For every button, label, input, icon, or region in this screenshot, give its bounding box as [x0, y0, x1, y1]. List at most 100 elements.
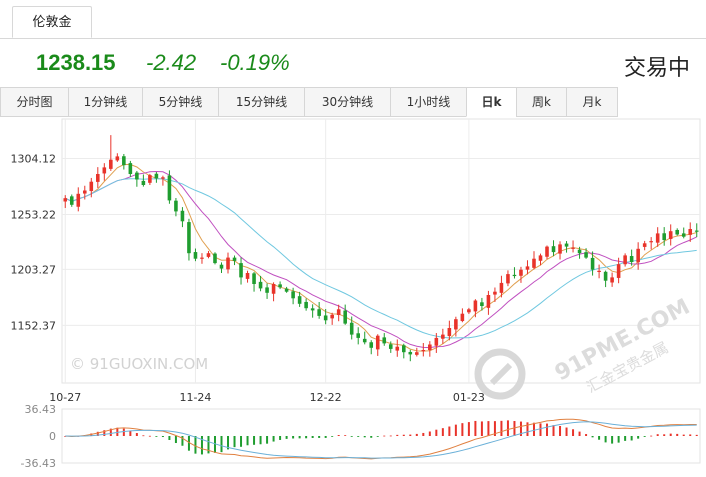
- candle-body: [154, 173, 159, 179]
- candle-body: [538, 255, 543, 261]
- macd-bar: [643, 436, 646, 437]
- macd-bar: [344, 435, 347, 436]
- candle-body: [102, 167, 107, 174]
- candle-body: [460, 313, 465, 322]
- tab-15min[interactable]: 15分钟线: [218, 87, 304, 117]
- macd-bar: [266, 436, 269, 444]
- candle-body: [82, 190, 87, 194]
- candle-body: [408, 351, 413, 355]
- candle-body: [434, 337, 439, 346]
- candle-body: [89, 181, 94, 192]
- candle-body: [336, 309, 341, 316]
- candle-body: [610, 277, 614, 283]
- macd-bar: [220, 436, 223, 453]
- macd-bar: [350, 436, 353, 437]
- candle-body: [219, 264, 224, 269]
- macd-bar: [624, 436, 627, 441]
- macd-bar: [142, 435, 145, 437]
- candle-body: [96, 174, 100, 182]
- candle-body: [577, 249, 582, 254]
- candle-body: [128, 163, 133, 174]
- macd-bar: [598, 436, 601, 440]
- candle-body: [454, 319, 458, 330]
- candlestick-chart[interactable]: © 91GUOXIN.COM 91PME.COM 汇金宝贵金属 1304.121…: [0, 117, 706, 473]
- macd-bar: [539, 423, 542, 436]
- macd-bar: [122, 428, 125, 436]
- candle-body: [473, 300, 478, 312]
- candle-body: [213, 253, 217, 264]
- trading-status: 交易中: [623, 56, 690, 81]
- candle-body: [590, 257, 595, 270]
- macd-bar: [129, 430, 132, 436]
- macd-bar: [376, 436, 379, 437]
- candle-body: [330, 314, 334, 319]
- candle-body: [206, 253, 211, 257]
- macd-bar: [415, 433, 418, 436]
- tab-1hour[interactable]: 1小时线: [390, 87, 466, 117]
- macd-bar: [363, 436, 366, 438]
- candle-body: [571, 247, 575, 249]
- candle-body: [564, 243, 569, 247]
- candle-body: [349, 322, 354, 335]
- candle-body: [668, 231, 673, 239]
- candle-body: [545, 246, 549, 257]
- tab-30min[interactable]: 30分钟线: [304, 87, 390, 117]
- tab-weekly-k[interactable]: 周k: [516, 87, 566, 117]
- tab-1min[interactable]: 1分钟线: [68, 87, 142, 117]
- macd-bar: [246, 436, 249, 446]
- candle-body: [245, 273, 250, 279]
- ma10-line: [65, 170, 697, 349]
- candle-body: [232, 257, 237, 261]
- candle-body: [76, 193, 81, 207]
- candle-body: [239, 263, 243, 278]
- candle-body: [343, 310, 347, 324]
- macd-bar: [637, 436, 640, 439]
- candle-body: [375, 335, 380, 350]
- macd-bar: [396, 434, 399, 436]
- candle-body: [226, 257, 230, 270]
- tab-5min[interactable]: 5分钟线: [142, 87, 218, 117]
- candle-body: [662, 233, 666, 240]
- macd-bar: [422, 432, 425, 436]
- candle-body: [636, 248, 640, 263]
- candle-body: [356, 333, 361, 338]
- candle-body: [512, 274, 517, 277]
- tab-monthly-k[interactable]: 月k: [566, 87, 618, 117]
- macd-bar: [604, 436, 607, 443]
- macd-bar: [695, 434, 698, 436]
- macd-bar: [474, 420, 477, 436]
- candle-body: [323, 315, 328, 321]
- macd-bar: [272, 436, 275, 442]
- candle-body: [688, 229, 693, 235]
- macd-bar: [552, 425, 555, 436]
- candle-body: [558, 244, 562, 254]
- macd-bar: [370, 436, 373, 438]
- tab-intraday[interactable]: 分时图: [0, 87, 68, 117]
- macd-bar: [311, 436, 314, 438]
- candle-body: [174, 200, 178, 212]
- macd-tick-label: 0: [49, 430, 56, 443]
- candle-body: [291, 291, 295, 299]
- quote-row: 1238.15 -2.42 -0.19% 交易中: [0, 44, 706, 84]
- candle-body: [310, 308, 315, 311]
- tab-daily-k[interactable]: 日k: [466, 87, 516, 117]
- candle-body: [304, 301, 308, 309]
- macd-dif-line: [65, 418, 697, 460]
- candle-body: [551, 246, 556, 253]
- macd-bar: [174, 436, 177, 444]
- candle-body: [486, 295, 491, 308]
- macd-bar: [487, 421, 490, 436]
- macd-bar: [435, 429, 438, 436]
- candle-body: [252, 273, 256, 284]
- tab-london-gold[interactable]: 伦敦金: [12, 6, 92, 38]
- macd-bar: [168, 436, 171, 440]
- macd-bar: [298, 436, 301, 439]
- macd-bar: [428, 431, 431, 436]
- macd-bar: [292, 436, 295, 439]
- macd-bar: [506, 420, 509, 436]
- macd-bar: [663, 434, 666, 436]
- candle-body: [681, 233, 686, 237]
- macd-bar: [656, 434, 659, 436]
- macd-bar: [526, 422, 529, 436]
- macd-bar: [682, 434, 685, 436]
